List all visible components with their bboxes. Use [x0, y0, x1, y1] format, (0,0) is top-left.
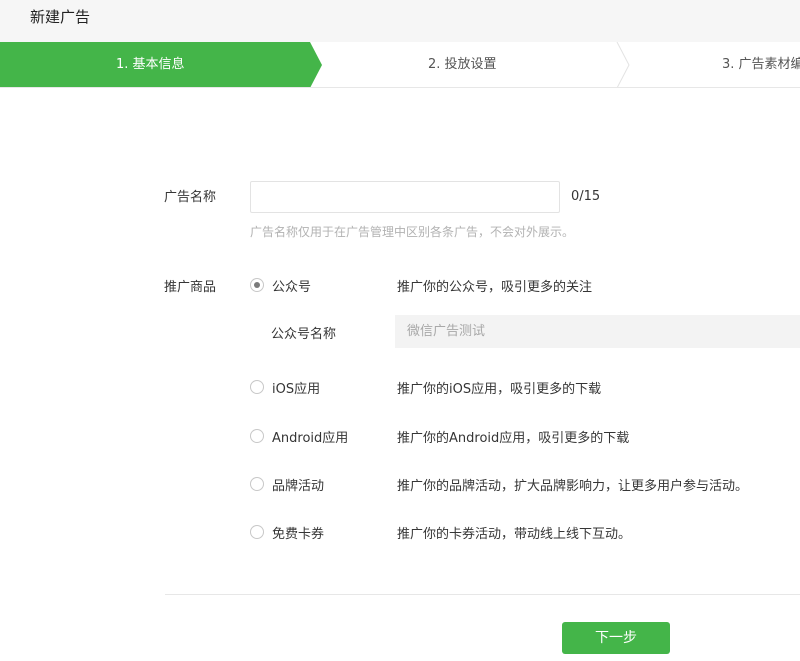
promo-option-label: Android应用 — [272, 431, 349, 446]
ad-name-input[interactable] — [250, 181, 560, 213]
ad-name-counter: 0/15 — [571, 189, 601, 204]
promo-option-description: 推广你的公众号，吸引更多的关注 — [397, 280, 593, 295]
promo-option-label: 免费卡券 — [272, 527, 325, 542]
radio-button[interactable] — [250, 477, 264, 491]
account-name-input[interactable]: 微信广告测试 — [395, 315, 800, 348]
radio-button[interactable] — [250, 525, 264, 539]
ad-name-hint: 广告名称仅用于在广告管理中区别各条广告，不会对外展示。 — [250, 225, 575, 239]
promo-option-description: 推广你的卡券活动，带动线上线下互动。 — [397, 527, 632, 542]
radio-button[interactable] — [250, 380, 264, 394]
radio-button[interactable] — [250, 429, 264, 443]
account-name-label: 公众号名称 — [271, 327, 337, 342]
step-indicator: 1. 基本信息 2. 投放设置 3. 广告素材编 — [0, 42, 800, 88]
step-2-label[interactable]: 2. 投放设置 — [428, 42, 497, 87]
promo-option-description: 推广你的Android应用，吸引更多的下载 — [397, 431, 630, 446]
promo-product-label: 推广商品 — [164, 280, 217, 295]
page-title: 新建广告 — [30, 8, 91, 26]
step-1-label[interactable]: 1. 基本信息 — [116, 42, 185, 87]
promo-option-description: 推广你的品牌活动，扩大品牌影响力，让更多用户参与活动。 — [397, 479, 749, 494]
page-header: 新建广告 — [0, 0, 800, 42]
step-3-label[interactable]: 3. 广告素材编 — [722, 42, 800, 87]
promo-option-label: 品牌活动 — [272, 479, 325, 494]
radio-button[interactable] — [250, 278, 264, 292]
promo-option-label: 公众号 — [272, 280, 312, 295]
next-step-button[interactable]: 下一步 — [562, 622, 670, 654]
promo-option-description: 推广你的iOS应用，吸引更多的下载 — [397, 382, 602, 397]
ad-name-label: 广告名称 — [164, 190, 217, 205]
step-separator — [616, 42, 630, 87]
promo-option-label: iOS应用 — [272, 382, 321, 397]
footer-divider — [165, 594, 800, 595]
